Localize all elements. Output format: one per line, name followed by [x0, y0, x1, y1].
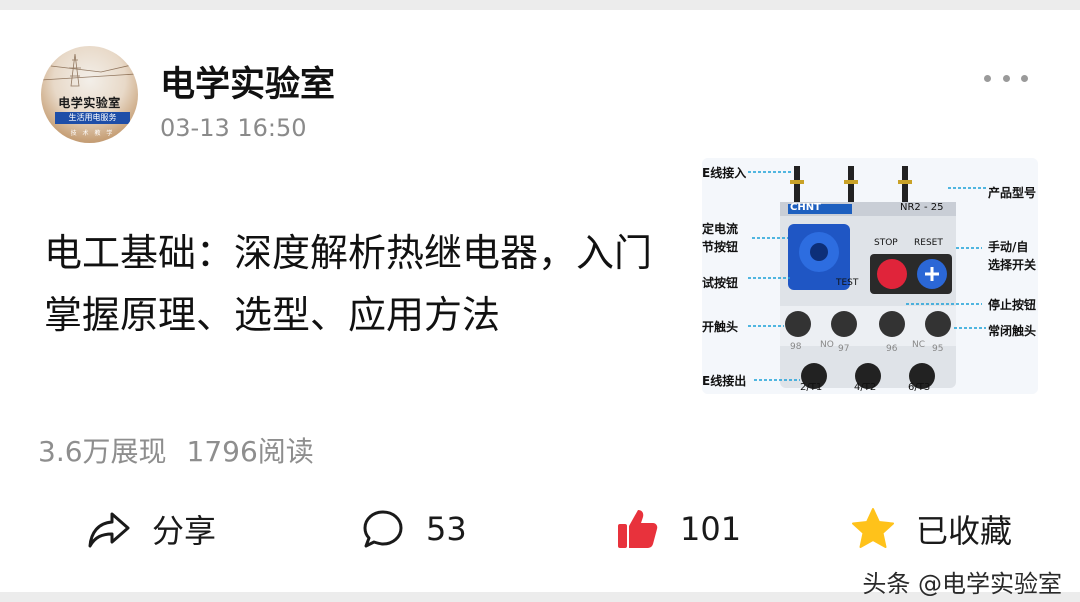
label-line-out: E线接出	[702, 374, 747, 388]
device-reset-label: RESET	[914, 238, 943, 248]
comment-count: 53	[426, 510, 467, 548]
post-time: 03-13 16:50	[160, 114, 307, 142]
terminal-label: 96	[886, 344, 898, 354]
share-icon	[88, 512, 130, 548]
post-card: 电学实验室 生活用电服务 技 术 教 学 电学实验室 03-13 16:50 电…	[0, 10, 1080, 598]
avatar-title: 电学实验室	[58, 96, 121, 110]
terminal-label: 4/T2	[854, 382, 877, 393]
label-knob: 节按钮	[702, 240, 739, 254]
more-dot	[984, 74, 991, 82]
star-icon	[852, 508, 894, 548]
watermark: 头条 @电学实验室	[862, 570, 1062, 598]
post-title[interactable]: 电工基础：深度解析热继电器，入门掌握原理、选型、应用方法	[44, 222, 684, 346]
terminal-label: 2/T1	[800, 382, 823, 393]
terminal-label: 98	[790, 342, 802, 352]
author-name[interactable]: 电学实验室	[160, 56, 335, 107]
label-product-model: 产品型号	[988, 186, 1037, 200]
device-brand: CHNT	[790, 202, 821, 213]
share-button[interactable]: 分享	[86, 500, 216, 558]
label-rated-current: 定电流	[702, 222, 739, 236]
impressions-count: 3.6万展现	[38, 435, 167, 468]
avatar[interactable]: 电学实验室 生活用电服务 技 术 教 学	[41, 46, 138, 143]
label-normally-open: 开触头	[702, 320, 739, 334]
device-stop-label: STOP	[874, 238, 898, 248]
label-line-in: E线接入	[702, 166, 747, 180]
terminal-label: 6/T3	[908, 382, 931, 393]
avatar-subtitle: 生活用电服务	[55, 112, 130, 124]
device-test-label: TEST	[836, 278, 859, 288]
label-manual-auto: 手动/自	[988, 240, 1029, 254]
more-dot	[1002, 74, 1010, 82]
device-model: NR2 - 25	[900, 202, 944, 213]
comment-button[interactable]: 53	[360, 500, 467, 558]
like-count: 101	[680, 510, 742, 548]
label-normally-closed: 常闭触头	[988, 324, 1037, 338]
favorite-button[interactable]: 已收藏	[850, 500, 1012, 558]
reads-count: 1796阅读	[186, 435, 314, 468]
post-thumbnail[interactable]: E线接入 产品型号 定电流 节按钮 试按钮 开触头 E线接出 手动/自 选择开关…	[702, 158, 1038, 394]
post-stats: 3.6万展现 1796阅读	[38, 430, 314, 470]
like-button[interactable]: 101	[614, 500, 741, 558]
terminal-label: NC	[912, 340, 926, 350]
label-select-switch: 选择开关	[988, 258, 1037, 272]
more-options-icon[interactable]	[984, 72, 1028, 84]
share-label: 分享	[152, 512, 217, 550]
thumbs-up-icon	[618, 510, 658, 548]
comment-icon	[363, 510, 403, 548]
favorite-label: 已收藏	[916, 512, 1013, 550]
terminal-label: NO	[820, 340, 834, 350]
terminal-label: 97	[838, 344, 850, 354]
terminal-label: 95	[932, 344, 944, 354]
avatar-tagline: 技 术 教 学	[70, 130, 115, 137]
label-test-button: 试按钮	[702, 276, 739, 290]
label-stop-button: 停止按钮	[988, 298, 1037, 312]
more-dot	[1021, 74, 1028, 82]
